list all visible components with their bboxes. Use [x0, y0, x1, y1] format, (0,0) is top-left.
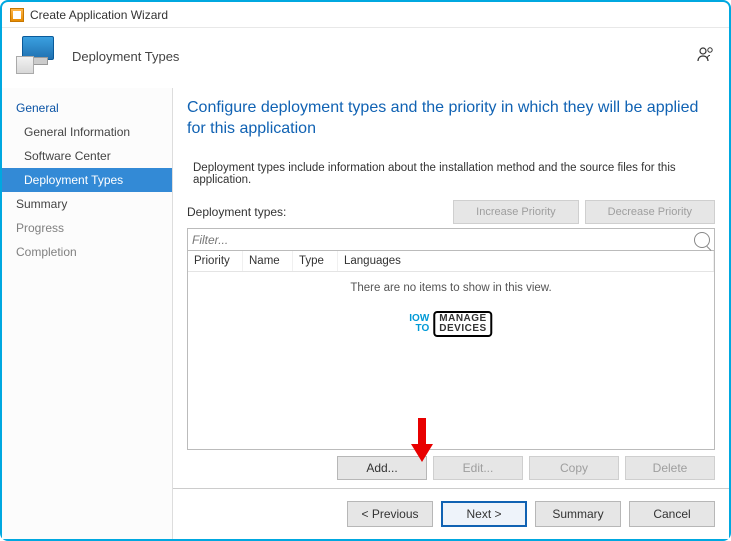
sidebar-item-software-center[interactable]: Software Center — [2, 144, 172, 168]
summary-button[interactable]: Summary — [535, 501, 621, 527]
filter-input[interactable] — [192, 233, 694, 247]
titlebar: Create Application Wizard — [2, 2, 729, 28]
main-panel: Configure deployment types and the prior… — [172, 88, 729, 539]
col-languages[interactable]: Languages — [338, 251, 714, 271]
wizard-sidebar: General General Information Software Cen… — [2, 88, 172, 539]
deployment-header-icon — [16, 36, 58, 76]
search-icon[interactable] — [694, 232, 710, 248]
delete-button: Delete — [625, 456, 715, 480]
sidebar-item-deployment-types[interactable]: Deployment Types — [2, 168, 172, 192]
deployment-types-label: Deployment types: — [187, 205, 286, 219]
col-type[interactable]: Type — [293, 251, 338, 271]
empty-list-message: There are no items to show in this view. — [188, 282, 714, 294]
sidebar-item-general[interactable]: General — [2, 96, 172, 120]
window-title: Create Application Wizard — [30, 8, 168, 22]
header-section-title: Deployment Types — [72, 49, 179, 64]
page-description: Deployment types include information abo… — [193, 162, 715, 186]
table-header: Priority Name Type Languages — [188, 251, 714, 272]
deployment-types-table: Priority Name Type Languages There are n… — [187, 251, 715, 450]
decrease-priority-button: Decrease Priority — [585, 200, 715, 224]
sidebar-item-completion: Completion — [2, 240, 172, 264]
increase-priority-button: Increase Priority — [453, 200, 578, 224]
edit-button: Edit... — [433, 456, 523, 480]
users-icon — [697, 46, 715, 67]
sidebar-item-summary[interactable]: Summary — [2, 192, 172, 216]
col-priority[interactable]: Priority — [188, 251, 243, 271]
sidebar-item-progress: Progress — [2, 216, 172, 240]
col-name[interactable]: Name — [243, 251, 293, 271]
wizard-footer: < Previous Next > Summary Cancel — [173, 488, 729, 539]
app-icon — [10, 8, 24, 22]
next-button[interactable]: Next > — [441, 501, 527, 527]
page-title: Configure deployment types and the prior… — [187, 98, 715, 140]
copy-button: Copy — [529, 456, 619, 480]
sidebar-item-general-information[interactable]: General Information — [2, 120, 172, 144]
previous-button[interactable]: < Previous — [347, 501, 433, 527]
wizard-header: Deployment Types — [2, 28, 729, 88]
filter-box[interactable] — [187, 228, 715, 252]
watermark: IOWTO MANAGEDEVICES — [409, 311, 492, 337]
cancel-button[interactable]: Cancel — [629, 501, 715, 527]
